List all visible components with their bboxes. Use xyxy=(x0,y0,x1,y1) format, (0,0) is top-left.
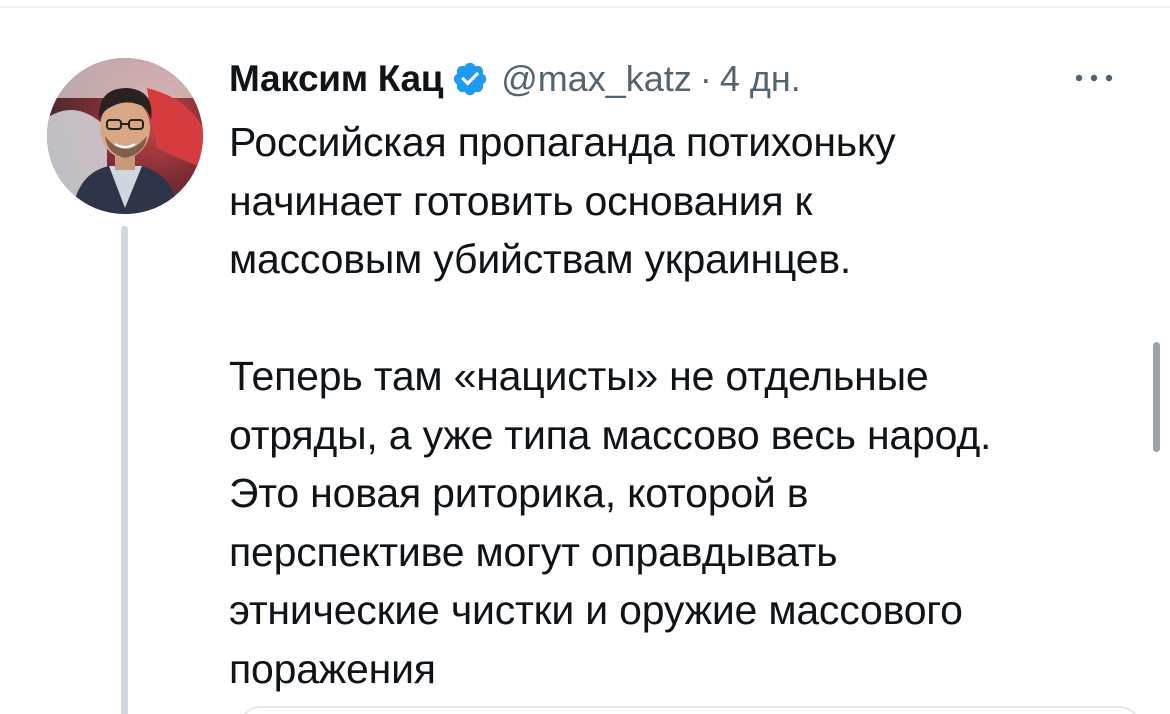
separator-dot: · xyxy=(699,58,712,99)
thread-line xyxy=(121,226,128,714)
divider xyxy=(0,6,1170,8)
avatar-photo xyxy=(47,58,203,214)
timestamp[interactable]: 4 дн. xyxy=(720,58,801,100)
verified-badge-icon xyxy=(451,60,489,98)
user-handle[interactable]: @max_katz xyxy=(501,58,692,100)
embedded-card-edge[interactable] xyxy=(240,706,1140,714)
scrollbar-thumb[interactable] xyxy=(1153,342,1160,452)
avatar[interactable] xyxy=(47,58,203,214)
display-name[interactable]: Максим Кац xyxy=(229,58,444,100)
tweet-header: Максим Кац @max_katz · 4 дн. xyxy=(229,56,801,102)
more-options-icon[interactable] xyxy=(1070,66,1118,90)
tweet-text: Российская пропаганда потихоньку начинае… xyxy=(229,119,992,692)
tweet-view: Максим Кац @max_katz · 4 дн. Российская … xyxy=(0,0,1170,714)
